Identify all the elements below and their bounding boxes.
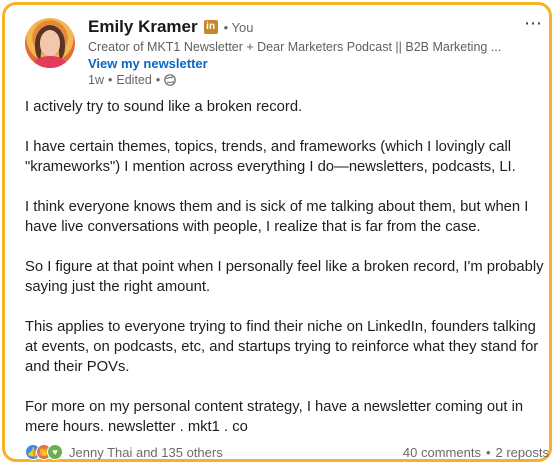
- post-header: Emily Kramer in • You Creator of MKT1 Ne…: [25, 13, 545, 87]
- edited-label: Edited: [116, 73, 152, 87]
- engagement-counts: 40 comments • 2 reposts: [403, 445, 549, 460]
- post-paragraph: I think everyone knows them and is sick …: [25, 199, 529, 235]
- post-social-counts: 👍 👏 ♥ Jenny Thai and 135 others 40 comme…: [25, 442, 549, 462]
- relationship-label: • You: [223, 19, 254, 35]
- post-paragraph: So I figure at that point when I persona…: [25, 259, 544, 295]
- reaction-icons: 👍 👏 ♥: [25, 444, 63, 460]
- author-headline: Creator of MKT1 Newsletter + Dear Market…: [88, 40, 502, 54]
- avatar-face: [40, 30, 60, 56]
- post-meta: 1w • Edited •: [88, 73, 177, 87]
- reactions-text[interactable]: Jenny Thai and 135 others: [69, 445, 223, 460]
- meta-separator-2: •: [155, 73, 161, 87]
- avatar-body: [33, 56, 67, 68]
- post-paragraph: For more on my personal content strategy…: [25, 399, 524, 435]
- reactions-summary[interactable]: 👍 👏 ♥ Jenny Thai and 135 others: [25, 444, 223, 460]
- globe-icon: [164, 74, 177, 86]
- post-paragraph: This applies to everyone trying to find …: [25, 319, 539, 375]
- support-icon: ♥: [47, 444, 63, 460]
- post-paragraph: I actively try to sound like a broken re…: [25, 99, 303, 115]
- linkedin-post-card: Emily Kramer in • You Creator of MKT1 Ne…: [2, 2, 552, 462]
- meta-separator: •: [107, 73, 113, 87]
- author-name[interactable]: Emily Kramer: [88, 17, 198, 37]
- footer-separator: •: [485, 444, 491, 460]
- linkedin-premium-icon: in: [203, 20, 218, 34]
- reposts-count[interactable]: 2 reposts: [496, 445, 549, 460]
- more-horizontal-icon[interactable]: ⋯: [521, 13, 545, 33]
- author-avatar[interactable]: [25, 18, 75, 68]
- post-time: 1w: [88, 73, 104, 87]
- author-name-row: Emily Kramer in • You: [88, 17, 254, 37]
- post-paragraph: I have certain themes, topics, trends, a…: [25, 139, 516, 175]
- post-body: I actively try to sound like a broken re…: [25, 97, 545, 437]
- globe-svg: [164, 74, 177, 86]
- comments-count[interactable]: 40 comments: [403, 445, 481, 460]
- view-newsletter-link[interactable]: View my newsletter: [88, 56, 208, 71]
